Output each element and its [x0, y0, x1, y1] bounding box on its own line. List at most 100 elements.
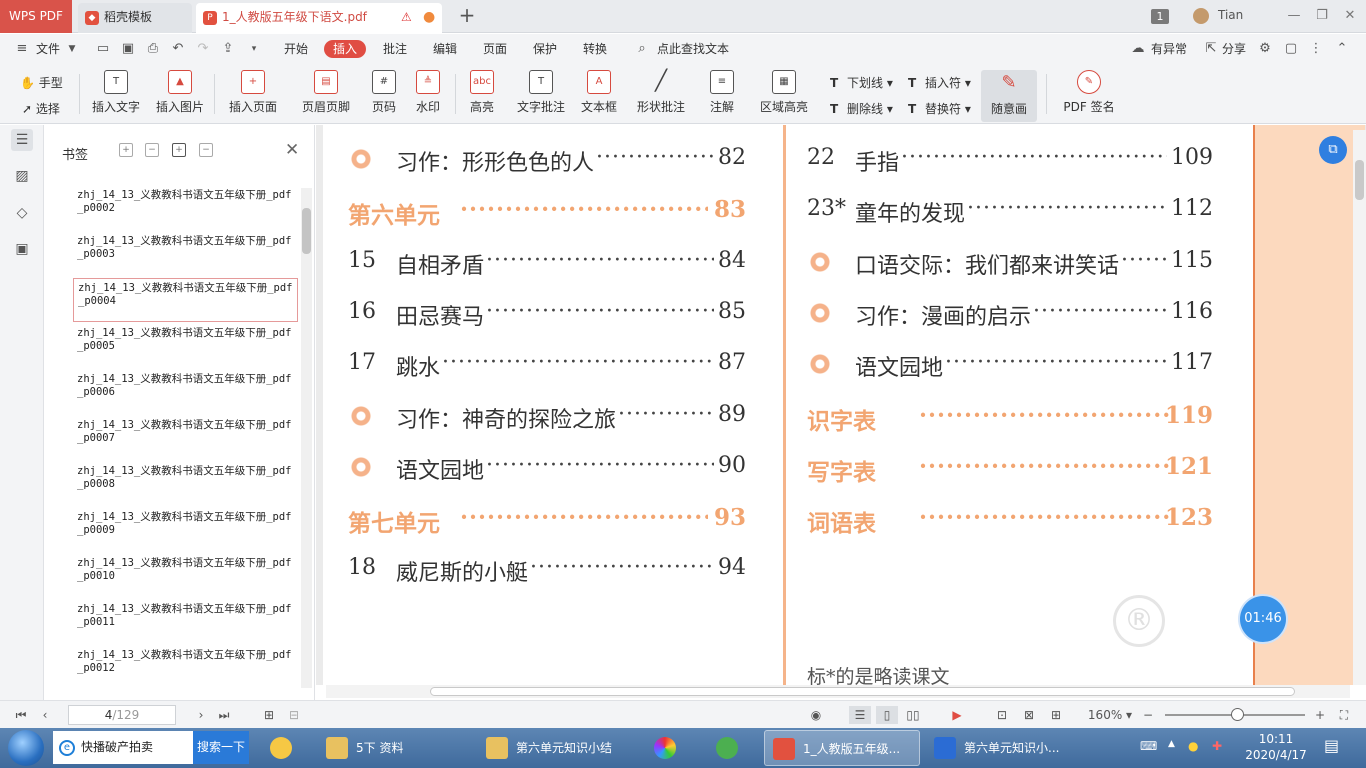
restore-icon[interactable]: ❐	[1310, 6, 1334, 26]
fit-width-icon[interactable]: ⊠	[1019, 706, 1039, 724]
hand-tool[interactable]: ✋ 手型	[20, 74, 63, 91]
close-icon[interactable]: ✕	[1338, 6, 1362, 26]
zoom-slider-handle[interactable]	[1231, 708, 1244, 721]
bookmark-item[interactable]: zhj_14_13_义教教科书语文五年级下册_pdf_p0011	[73, 600, 298, 644]
page-number-button[interactable]: # 页码	[366, 70, 402, 120]
menu-page[interactable]: 页面	[483, 40, 507, 58]
bookmark-scrollbar[interactable]	[301, 188, 312, 688]
user-name[interactable]: Tian	[1218, 8, 1243, 22]
undo-icon[interactable]: ↶	[170, 41, 186, 57]
insert-text-button[interactable]: T 插入文字	[88, 70, 144, 120]
first-page-icon[interactable]: ⏮	[12, 706, 30, 724]
taskbar-wps-writer[interactable]: 第六单元知识小...	[926, 730, 1082, 766]
add-bookmark-icon[interactable]: +	[119, 143, 133, 157]
zoom-in-icon[interactable]: +	[1311, 706, 1329, 724]
thumbnail-icon[interactable]: ▨	[11, 165, 33, 187]
bookmark-item[interactable]: zhj_14_13_义教教科书语文五年级下册_pdf_p0002	[73, 186, 298, 230]
notification-icon[interactable]: ▤	[1324, 736, 1339, 755]
fit-page-icon[interactable]: ⊡	[992, 706, 1012, 724]
taskbar-folder-summary[interactable]: 第六单元知识小结	[478, 730, 632, 766]
taskbar-search-input[interactable]: e 快播破产拍卖	[53, 731, 193, 764]
remove-bookmark-icon[interactable]: −	[145, 143, 159, 157]
strikethrough-button[interactable]: T 删除线 ▾	[830, 100, 893, 117]
taskbar-sync-app[interactable]	[710, 730, 750, 766]
search-icon[interactable]: ⌕	[634, 41, 650, 57]
bookmark-scroll-thumb[interactable]	[302, 208, 311, 254]
double-page-view-icon[interactable]: ▯▯	[902, 706, 924, 724]
close-panel-icon[interactable]: ✕	[285, 140, 299, 160]
zoom-level[interactable]: 160% ▾	[1085, 706, 1135, 724]
new-tab-button[interactable]: +	[456, 5, 478, 27]
bookmark-item[interactable]: zhj_14_13_义教教科书语文五年级下册_pdf_p0003	[73, 232, 298, 276]
bookmark-item[interactable]: zhj_14_13_义教教科书语文五年级下册_pdf_p0012	[73, 646, 298, 690]
insert-mark-button[interactable]: T 插入符 ▾	[908, 74, 971, 91]
bookmark-expand-icon[interactable]: +	[172, 143, 186, 157]
share-button[interactable]: 分享	[1222, 40, 1246, 58]
app-tab[interactable]: WPS PDF	[0, 0, 72, 33]
minimize-icon[interactable]: —	[1282, 6, 1306, 26]
menu-annotate[interactable]: 批注	[383, 40, 407, 58]
more-icon[interactable]: ⋮	[1308, 41, 1324, 57]
taskbar-wps-pdf[interactable]: 1_人教版五年级...	[764, 730, 920, 766]
page-add-icon[interactable]: ⊞	[260, 706, 278, 724]
recording-timer[interactable]: 01:46	[1240, 596, 1286, 642]
bookmark-collapse-icon[interactable]: −	[199, 143, 213, 157]
textbox-button[interactable]: A 文本框	[578, 70, 620, 120]
window-count-badge[interactable]: 1	[1151, 9, 1169, 24]
taskbar-color-app[interactable]	[648, 730, 688, 766]
note-button[interactable]: ≡ 注解	[704, 70, 740, 120]
annotation-icon[interactable]: ◇	[11, 202, 33, 224]
menu-protect[interactable]: 保护	[533, 40, 557, 58]
page-extract-icon[interactable]: ⊟	[285, 706, 303, 724]
bookmark-item[interactable]: zhj_14_13_义教教科书语文五年级下册_pdf_p0006	[73, 370, 298, 414]
shape-comment-button[interactable]: ╱ 形状批注	[630, 70, 692, 120]
save-icon[interactable]: ▣	[120, 41, 136, 57]
area-highlight-button[interactable]: ▦ 区域高亮	[755, 70, 813, 120]
search-button[interactable]: 搜索一下	[193, 731, 249, 764]
single-page-view-icon[interactable]: ▯	[876, 706, 898, 724]
text-comment-button[interactable]: T 文字批注	[513, 70, 569, 120]
actual-size-icon[interactable]: ⊞	[1046, 706, 1066, 724]
collapse-icon[interactable]: ⌃	[1334, 41, 1350, 57]
bookmark-item[interactable]: zhj_14_13_义教教科书语文五年级下册_pdf_p0010	[73, 554, 298, 598]
freehand-button[interactable]: ✎ 随意画	[981, 70, 1037, 122]
menu-start[interactable]: 开始	[284, 40, 308, 58]
last-page-icon[interactable]: ⏭	[215, 706, 233, 724]
print-icon[interactable]: ⎙	[145, 41, 161, 57]
start-button[interactable]	[8, 730, 44, 766]
hamburger-icon[interactable]: ≡	[14, 41, 30, 57]
bookmark-item[interactable]: zhj_14_13_义教教科书语文五年级下册_pdf_p0008	[73, 462, 298, 506]
attachment-icon[interactable]: ▣	[11, 238, 33, 260]
comment-icon[interactable]: ▢	[1283, 41, 1299, 57]
eye-protect-icon[interactable]: ◉	[806, 706, 826, 724]
menu-insert[interactable]: 插入	[324, 40, 367, 58]
menu-edit[interactable]: 编辑	[433, 40, 457, 58]
underline-button[interactable]: T 下划线 ▾	[830, 74, 893, 91]
highlight-button[interactable]: abc 高亮	[464, 70, 500, 120]
insert-image-button[interactable]: ▲ 插入图片	[152, 70, 208, 120]
vertical-scrollbar[interactable]	[1353, 130, 1366, 685]
cloud-icon[interactable]: ☁	[1130, 41, 1146, 57]
pdf-sign-button[interactable]: ✎ PDF 签名	[1058, 70, 1120, 120]
tray-security-icon[interactable]: ✚	[1212, 739, 1222, 753]
float-tool-button[interactable]: ⧉	[1319, 136, 1347, 164]
zoom-out-icon[interactable]: −	[1139, 706, 1157, 724]
open-folder-icon[interactable]: ▭	[95, 41, 111, 57]
chevron-down-icon[interactable]: ▼	[64, 41, 80, 57]
tab-document[interactable]: P 1_人教版五年级下语文.pdf ⚠ ●	[196, 3, 442, 33]
next-page-icon[interactable]: ›	[192, 706, 210, 724]
keyboard-icon[interactable]: ⌨	[1140, 739, 1157, 753]
taskbar-folder-materials[interactable]: 5下 资料	[318, 730, 472, 766]
bookmark-item[interactable]: zhj_14_13_义教教科书语文五年级下册_pdf_p0005	[73, 324, 298, 368]
continuous-view-icon[interactable]: ☰	[849, 706, 871, 724]
vertical-scroll-thumb[interactable]	[1355, 160, 1364, 200]
insert-page-button[interactable]: + 插入页面	[222, 70, 284, 120]
taskbar-pinned-app[interactable]	[262, 730, 308, 766]
bookmark-item[interactable]: zhj_14_13_义教教科书语文五年级下册_pdf_p0009	[73, 508, 298, 552]
export-icon[interactable]: ⇪	[220, 41, 236, 57]
tray-expand-icon[interactable]: ▲	[1168, 739, 1175, 749]
bookmark-item[interactable]: zhj_14_13_义教教科书语文五年级下册_pdf_p0007	[73, 416, 298, 460]
play-icon[interactable]: ▶	[947, 706, 967, 724]
redo-icon[interactable]: ↷	[195, 41, 211, 57]
fullscreen-icon[interactable]: ⛶	[1335, 706, 1353, 724]
